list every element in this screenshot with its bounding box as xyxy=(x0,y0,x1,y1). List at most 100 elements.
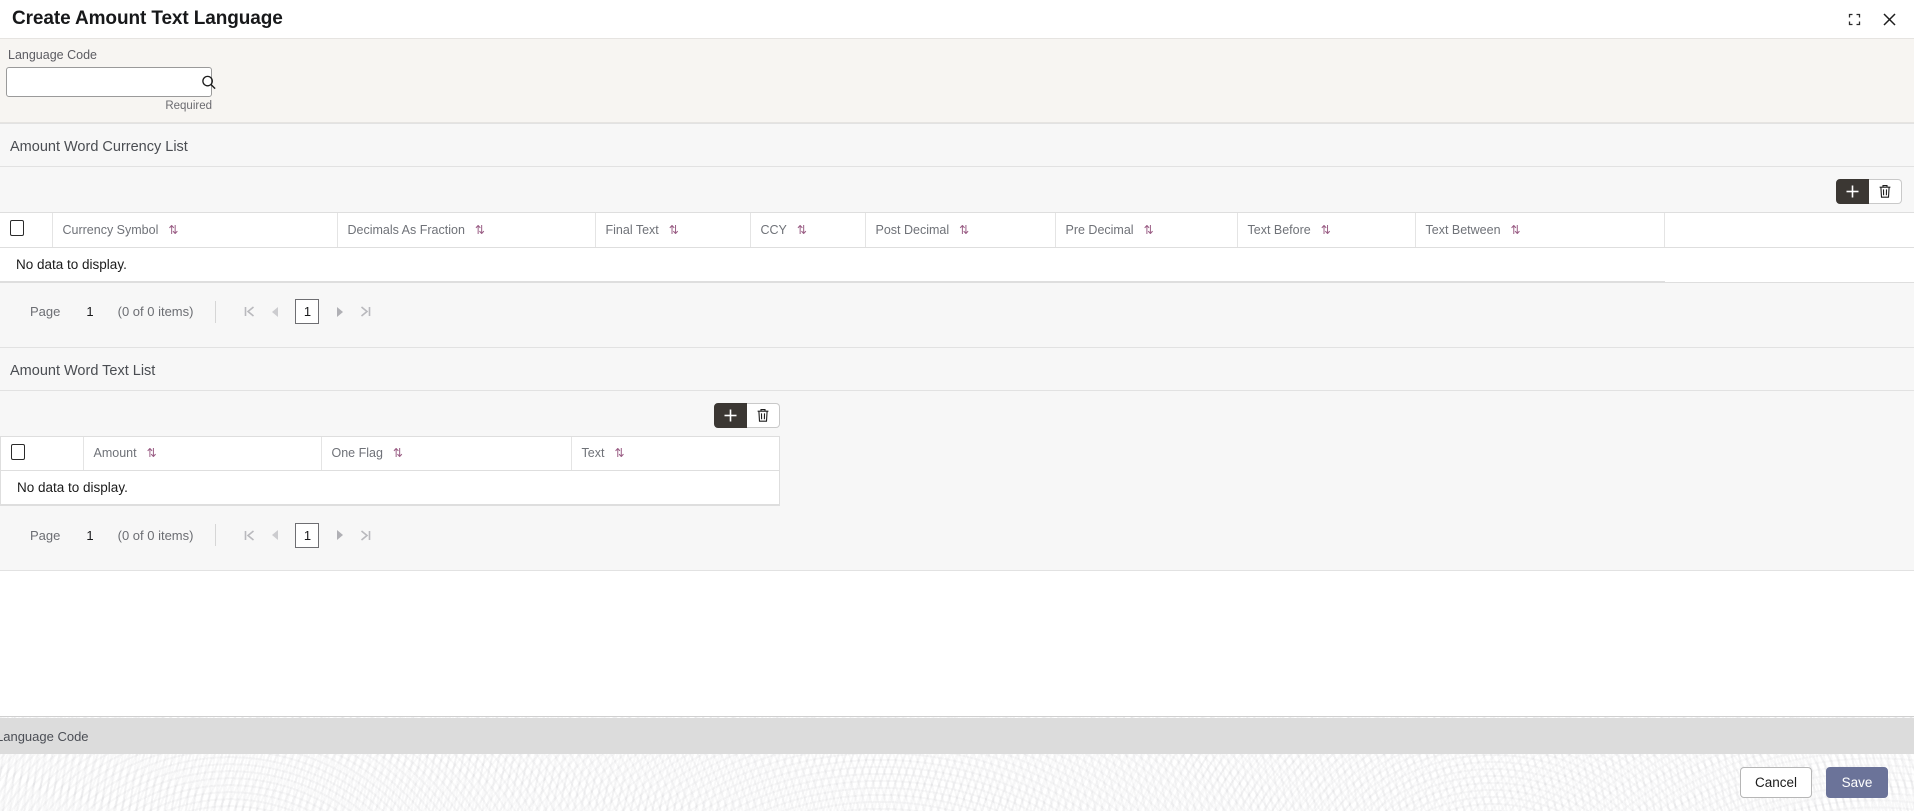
pager-divider xyxy=(215,524,217,546)
text-table-toolbar xyxy=(0,391,780,436)
column-label: Amount xyxy=(93,446,137,461)
status-bar-text: Language Code xyxy=(0,728,89,744)
pager-page-label: Page xyxy=(30,304,61,319)
pager-first-page-icon[interactable] xyxy=(236,522,262,548)
language-code-form-strip: Language Code Required xyxy=(0,39,1914,123)
panel-body-text: Amount ⇅ One Flag ⇅ Text ⇅ No data to di… xyxy=(0,390,1914,570)
search-icon[interactable] xyxy=(195,68,223,96)
text-table-empty-row: No data to display. xyxy=(1,470,779,505)
column-header-spacer xyxy=(1664,213,1914,248)
create-amount-text-language-dialog: Create Amount Text Language Language Cod… xyxy=(0,0,1914,717)
column-header-one-flag[interactable]: One Flag ⇅ xyxy=(321,436,572,471)
sort-icon[interactable]: ⇅ xyxy=(797,224,807,236)
column-label: CCY xyxy=(760,222,787,237)
column-label: One Flag xyxy=(331,446,383,461)
pager-prev-page-icon[interactable] xyxy=(262,522,288,548)
sort-icon[interactable]: ⇅ xyxy=(168,224,178,236)
pager-first-page-icon[interactable] xyxy=(236,299,262,325)
pager-page-value[interactable]: 1 xyxy=(86,528,93,543)
currency-pagination: Page 1 (0 of 0 items) 1 xyxy=(0,283,1914,325)
column-label: Decimals As Fraction xyxy=(347,222,465,237)
pager-current-page[interactable]: 1 xyxy=(295,522,320,548)
add-row-button-currency[interactable] xyxy=(1836,179,1869,204)
app-root: Create Amount Text Language Language Cod… xyxy=(0,0,1914,811)
sort-icon[interactable]: ⇅ xyxy=(669,224,679,236)
panel-amount-word-text-list: Amount Word Text List Amount ⇅ One Flag … xyxy=(0,347,1914,571)
text-toolbar-buttons xyxy=(714,402,780,428)
currency-table-empty-row: No data to display. xyxy=(0,247,1914,282)
sort-icon[interactable]: ⇅ xyxy=(393,447,403,459)
pager-current-page[interactable]: 1 xyxy=(295,299,320,324)
column-header-final-text[interactable]: Final Text ⇅ xyxy=(595,213,751,248)
language-code-label: Language Code xyxy=(8,48,97,62)
dialog-footer: Cancel Save xyxy=(0,754,1914,811)
column-label: Text Before xyxy=(1247,222,1311,237)
sort-icon[interactable]: ⇅ xyxy=(1144,224,1154,236)
column-header-amount[interactable]: Amount ⇅ xyxy=(83,436,322,471)
column-header-text[interactable]: Text ⇅ xyxy=(571,436,779,471)
column-header-pre-decimal[interactable]: Pre Decimal ⇅ xyxy=(1055,213,1238,248)
pager-page-label: Page xyxy=(30,527,61,543)
sort-icon[interactable]: ⇅ xyxy=(475,224,485,236)
column-label: Text xyxy=(581,446,605,461)
sort-icon[interactable]: ⇅ xyxy=(614,447,624,459)
language-code-input-wrap[interactable] xyxy=(6,67,216,97)
column-header-ccy[interactable]: CCY ⇅ xyxy=(750,213,866,248)
text-table-header-row: Amount ⇅ One Flag ⇅ Text ⇅ xyxy=(1,436,779,471)
sort-icon[interactable]: ⇅ xyxy=(147,447,157,459)
select-all-header-text xyxy=(1,436,84,471)
currency-table-toolbar xyxy=(0,167,1914,212)
titlebar-actions xyxy=(1843,8,1900,30)
select-all-header-currency xyxy=(0,213,53,248)
column-label: Post Decimal xyxy=(875,222,950,237)
column-header-post-decimal[interactable]: Post Decimal ⇅ xyxy=(865,213,1056,248)
text-table: Amount ⇅ One Flag ⇅ Text ⇅ No data to di… xyxy=(1,436,779,505)
language-code-required-hint: Required xyxy=(165,100,212,112)
sort-icon[interactable]: ⇅ xyxy=(1321,224,1331,236)
close-icon[interactable] xyxy=(1878,8,1900,30)
sort-icon[interactable]: ⇅ xyxy=(1511,224,1521,236)
pager-divider xyxy=(215,300,217,323)
text-table-wrap: Amount ⇅ One Flag ⇅ Text ⇅ No data to di… xyxy=(0,435,780,506)
pager-last-page-icon[interactable] xyxy=(352,299,378,325)
dialog-titlebar: Create Amount Text Language xyxy=(0,0,1914,39)
column-label: Final Text xyxy=(605,222,659,237)
pager-next-page-icon[interactable] xyxy=(326,522,352,548)
column-label: Pre Decimal xyxy=(1065,222,1134,237)
delete-row-button-currency[interactable] xyxy=(1869,179,1902,204)
column-header-currency-symbol[interactable]: Currency Symbol ⇅ xyxy=(52,213,338,248)
pager-next-page-icon[interactable] xyxy=(326,299,352,325)
currency-toolbar-buttons xyxy=(1836,179,1902,204)
page-title: Create Amount Text Language xyxy=(12,8,283,29)
column-header-decimals-as-fraction[interactable]: Decimals As Fraction ⇅ xyxy=(337,213,596,248)
pager-page-value[interactable]: 1 xyxy=(86,304,93,319)
column-label: Text Between xyxy=(1425,222,1501,237)
select-all-checkbox-currency[interactable] xyxy=(10,220,24,237)
save-button[interactable]: Save xyxy=(1826,767,1888,798)
language-code-field: Language Code xyxy=(6,47,216,97)
panel-header-text: Amount Word Text List xyxy=(0,347,1914,391)
add-row-button-text[interactable] xyxy=(714,402,747,428)
pager-items-count: (0 of 0 items) xyxy=(117,527,194,543)
dialog-body: Amount Word Currency List Currency Symbo… xyxy=(0,123,1914,716)
currency-table-wrap: Currency Symbol ⇅ Decimals As Fraction ⇅ xyxy=(0,212,1914,283)
panel-title-text: Amount Word Text List xyxy=(10,362,156,379)
cancel-button[interactable]: Cancel xyxy=(1739,767,1812,798)
text-empty-message: No data to display. xyxy=(1,470,779,505)
currency-empty-message: No data to display. xyxy=(0,247,1665,282)
currency-table-header-row: Currency Symbol ⇅ Decimals As Fraction ⇅ xyxy=(0,213,1914,248)
panel-body-currency: Currency Symbol ⇅ Decimals As Fraction ⇅ xyxy=(0,167,1914,347)
text-pagination: Page 1 (0 of 0 items) 1 xyxy=(0,506,1914,548)
column-header-text-before[interactable]: Text Before ⇅ xyxy=(1237,213,1416,248)
column-header-text-between[interactable]: Text Between ⇅ xyxy=(1415,213,1665,248)
delete-row-button-text[interactable] xyxy=(747,402,780,428)
collapse-icon[interactable] xyxy=(1843,8,1865,30)
panel-header-currency: Amount Word Currency List xyxy=(0,124,1914,167)
pager-items-count: (0 of 0 items) xyxy=(117,304,194,319)
pager-prev-page-icon[interactable] xyxy=(262,299,288,325)
currency-table: Currency Symbol ⇅ Decimals As Fraction ⇅ xyxy=(0,213,1914,282)
pager-last-page-icon[interactable] xyxy=(352,522,378,548)
select-all-checkbox-text[interactable] xyxy=(11,443,25,460)
sort-icon[interactable]: ⇅ xyxy=(959,224,969,236)
language-code-input[interactable] xyxy=(7,68,195,96)
